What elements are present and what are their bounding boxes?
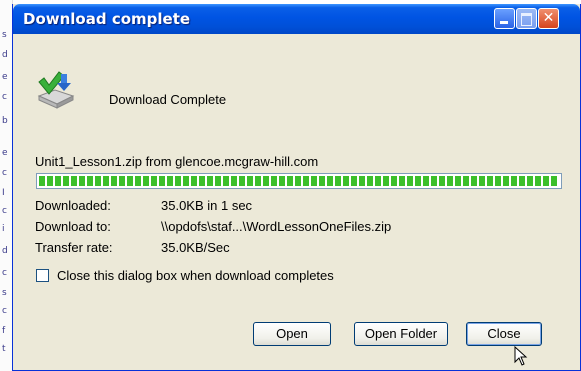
window-title: Download complete [23,10,191,28]
background-letter: I [2,188,5,198]
minimize-button[interactable] [494,8,515,29]
download-complete-dialog: Download complete ✕ Download Complete Un… [12,4,581,371]
background-letter: f [2,326,6,336]
background-letter: e [2,72,8,82]
mouse-cursor-icon [514,346,528,366]
transfer-rate-label: Transfer rate: [35,240,113,255]
background-letter: c [2,268,7,278]
background-letter: c [2,306,7,316]
background-letter: b [2,116,8,126]
background-letter: i [2,224,5,234]
downloaded-value: 35.0KB in 1 sec [161,198,253,213]
open-button[interactable]: Open [253,322,331,346]
background-letter: s [2,288,7,298]
close-when-complete-label[interactable]: Close this dialog box when download comp… [57,268,334,283]
download-progress-bar [36,173,562,189]
source-file-label: Unit1_Lesson1.zip from glencoe.mcgraw-hi… [35,154,319,169]
downloaded-label: Downloaded: [35,198,111,213]
background-letter: c [2,168,7,178]
maximize-icon [521,13,532,26]
background-letter: c [2,92,7,102]
background-letter: d [2,246,8,256]
download-complete-label: Download Complete [109,92,227,107]
background-letter: c [2,206,7,216]
close-icon: ✕ [542,10,555,26]
close-button[interactable]: Close [466,322,542,346]
download-complete-icon [37,71,75,109]
download-to-label: Download to: [35,219,111,234]
background-letter: e [2,148,8,158]
minimize-icon [500,21,508,24]
background-letter: t [2,344,6,354]
download-to-value: \\opdofs\staf...\WordLessonOneFiles.zip [161,219,392,234]
background-letter: s [2,30,7,40]
close-window-button[interactable]: ✕ [538,8,559,29]
open-folder-button[interactable]: Open Folder [354,322,448,346]
background-letter: d [2,50,8,60]
progress-fill [39,176,559,186]
title-bar[interactable]: Download complete ✕ [13,4,580,34]
transfer-rate-value: 35.0KB/Sec [161,240,230,255]
maximize-button [516,8,537,29]
close-when-complete-checkbox[interactable] [36,269,49,282]
